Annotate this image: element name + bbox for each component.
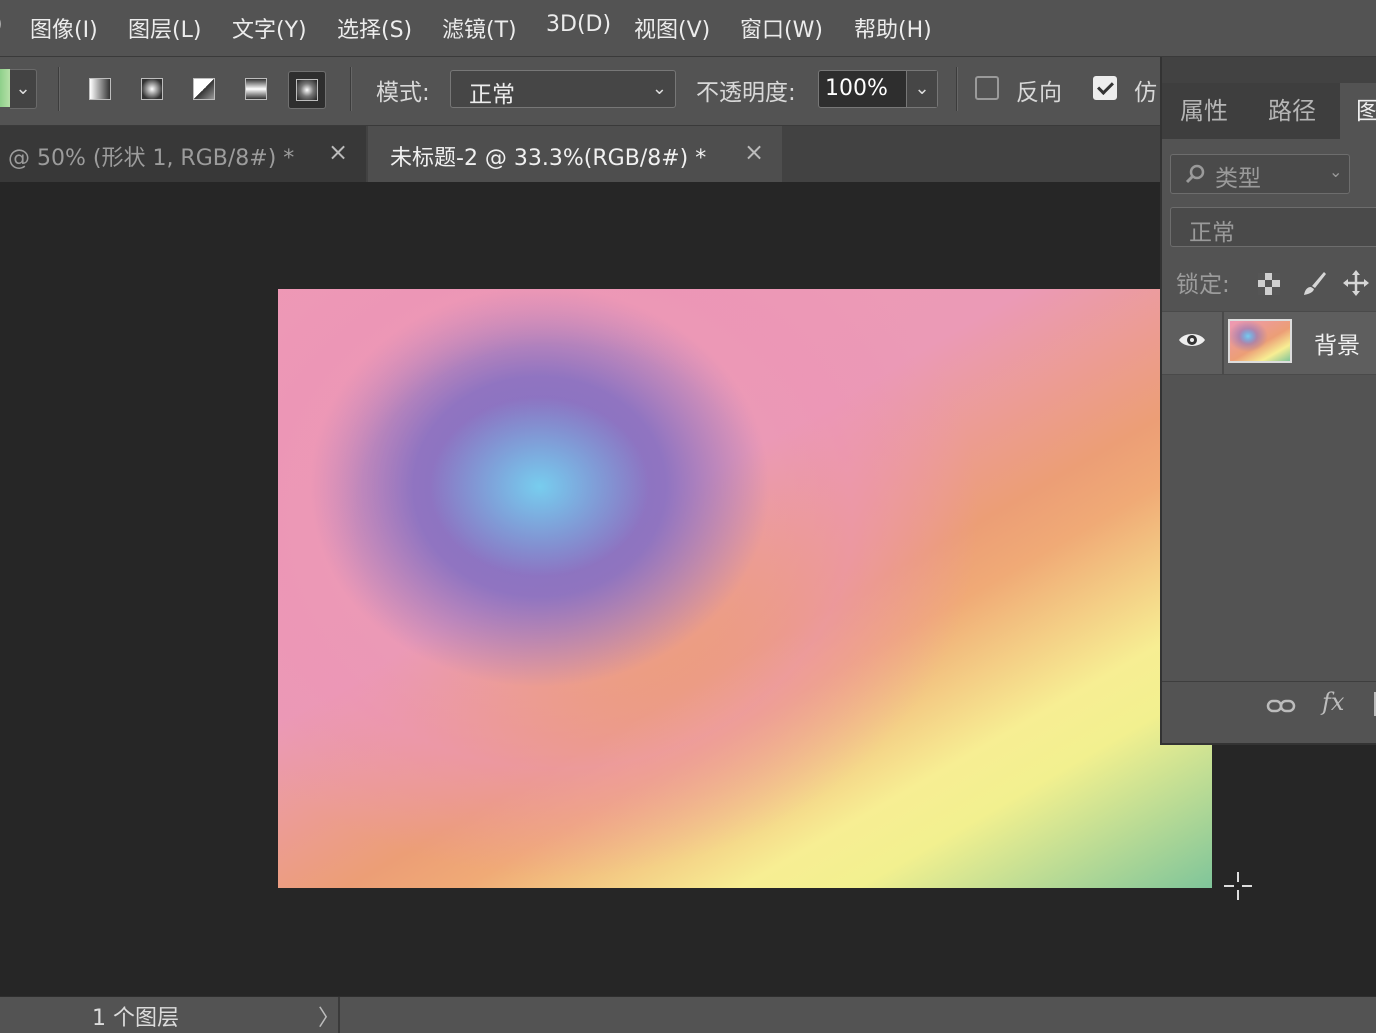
layer-style-fx-button[interactable]: fx [1322,688,1344,716]
diamond-gradient-button[interactable] [288,71,326,109]
layer-count-text: 1 个图层 [92,1006,179,1031]
tab-label: . @ 50% (形状 1, RGB/8#) * [0,146,295,171]
gradient-picker-dropdown[interactable]: ⌄ [10,69,37,109]
eye-visibility-icon[interactable] [1178,331,1206,349]
crosshair-cursor-icon [1224,872,1252,900]
gradient-preview[interactable] [0,69,10,107]
menu-item-partial[interactable]: ) [0,12,3,37]
menu-item-filter[interactable]: 滤镜(T) [442,12,517,44]
mode-label: 模式: [376,80,430,106]
diamond-gradient-icon [296,79,318,101]
opacity-field[interactable]: 100% ⌄ [818,70,938,108]
divider [956,67,958,111]
menu-item-window[interactable]: 窗口(W) [740,12,823,44]
canvas-gradient-layer [278,289,1212,888]
lock-image-pixels-brush-icon[interactable] [1300,269,1328,297]
dither-checkbox[interactable] [1093,76,1117,100]
reverse-checkbox[interactable] [975,76,999,100]
tab-document-1[interactable]: . @ 50% (形状 1, RGB/8#) * × [0,126,366,182]
blend-mode-value: 正常 [1189,220,1235,246]
divider [1222,312,1224,374]
panel-header [1162,57,1376,83]
panel-footer: fx [1162,681,1376,734]
lock-position-move-icon[interactable] [1342,269,1370,297]
chevron-right-icon[interactable]: 〉 [318,1000,340,1032]
menu-bar: ) 图像(I) 图层(L) 文字(Y) 选择(S) 滤镜(T) 3D(D) 视图… [0,0,1376,57]
tab-paths[interactable]: 路径 [1268,83,1316,139]
opacity-value[interactable]: 100% [825,76,888,101]
link-layers-icon[interactable] [1266,696,1296,716]
status-bar: 1 个图层 〉 [0,996,1376,1033]
reflected-gradient-icon [245,78,267,100]
chevron-down-icon: ⌄ [1329,162,1343,181]
opacity-label: 不透明度: [696,80,796,106]
menu-item-view[interactable]: 视图(V) [634,12,710,44]
layer-row-background[interactable]: 背景 [1162,311,1376,375]
menu-item-type[interactable]: 文字(Y) [232,12,307,44]
divider [350,67,352,111]
menu-item-layer[interactable]: 图层(L) [128,12,201,44]
close-icon[interactable]: × [328,138,348,166]
tab-label: 未标题-2 @ 33.3%(RGB/8#) * [390,146,707,171]
tab-document-2[interactable]: 未标题-2 @ 33.3%(RGB/8#) * × [368,126,782,182]
blend-mode-select[interactable]: 正常 [1170,207,1376,247]
layer-filter-select[interactable]: 类型 ⌄ [1170,154,1350,194]
filter-type-label: 类型 [1215,166,1261,192]
panel-tabs: 属性 路径 图 [1162,83,1376,139]
opacity-dropdown[interactable]: ⌄ [906,71,937,107]
tab-properties[interactable]: 属性 [1180,83,1228,139]
linear-gradient-button[interactable] [82,71,118,107]
chevron-down-icon: ⌄ [651,78,667,99]
menu-item-help[interactable]: 帮助(H) [854,12,932,44]
divider [338,997,340,1033]
lock-row: 锁定: [1162,259,1376,309]
lock-label: 锁定: [1176,272,1230,298]
layer-name[interactable]: 背景 [1314,326,1360,360]
lock-transparent-pixels-icon[interactable] [1258,273,1280,295]
angle-gradient-icon [193,78,215,100]
menu-item-image[interactable]: 图像(I) [30,12,98,44]
angle-gradient-button[interactable] [186,71,222,107]
linear-gradient-icon [89,78,111,100]
menu-item-3d[interactable]: 3D(D) [546,12,611,37]
menu-item-select[interactable]: 选择(S) [337,12,412,44]
document-canvas[interactable] [278,289,1212,888]
mode-value: 正常 [469,82,515,108]
layers-panel: 属性 路径 图 类型 ⌄ 正常 锁定: 背景 fx [1160,57,1376,745]
search-icon [1185,164,1205,184]
document-tab-bar: . @ 50% (形状 1, RGB/8#) * × 未标题-2 @ 33.3%… [0,126,1160,182]
close-icon[interactable]: × [744,138,764,166]
radial-gradient-button[interactable] [134,71,170,107]
divider [58,67,60,111]
reflected-gradient-button[interactable] [238,71,274,107]
dither-label: 仿 [1134,80,1157,106]
tab-layers[interactable]: 图 [1340,83,1376,139]
mode-select[interactable]: 正常 ⌄ [450,70,676,108]
radial-gradient-icon [141,78,163,100]
layer-thumbnail [1228,319,1292,363]
reverse-label: 反向 [1016,80,1062,106]
